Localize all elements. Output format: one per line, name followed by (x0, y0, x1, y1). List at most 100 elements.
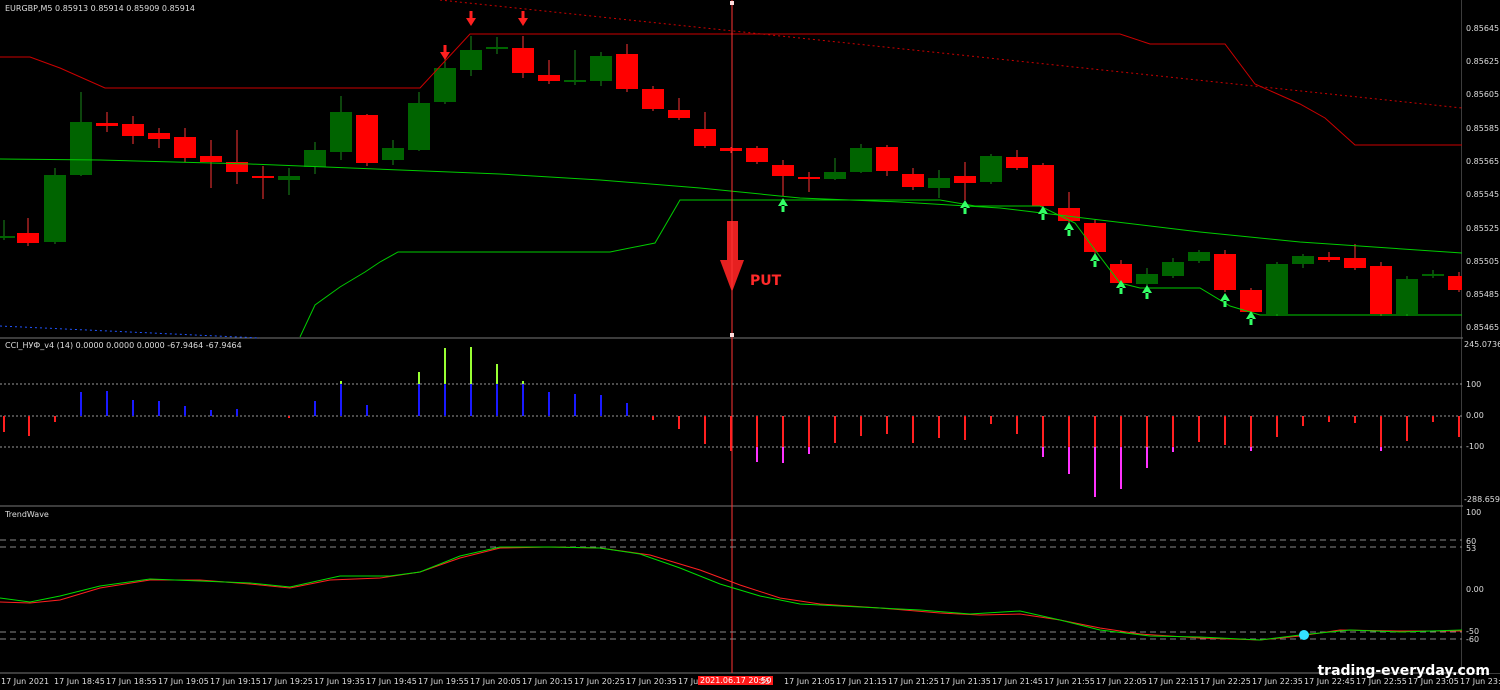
candle-body (1344, 258, 1366, 268)
candle-body (96, 123, 118, 126)
put-signal-label: PUT (750, 273, 782, 289)
time-label: 17 Jun 21:55 (1044, 677, 1095, 686)
cci-label: 245.0736 (1464, 340, 1500, 349)
trend-label: 53 (1466, 544, 1477, 553)
candle-body (460, 50, 482, 70)
buy-arrow-icon (1142, 285, 1152, 299)
sell-arrow-icon (466, 11, 476, 26)
candle-body (746, 148, 768, 162)
candle-body (1084, 223, 1106, 252)
candle-body (1370, 266, 1392, 314)
candle-body (1058, 208, 1080, 221)
candle-body (1318, 257, 1340, 260)
time-label: 17 Jun 22:15 (1148, 677, 1199, 686)
candle-body (824, 172, 846, 179)
candle-body (1162, 262, 1184, 276)
candle-body (382, 148, 404, 160)
price-label: 0.85545 (1466, 190, 1500, 199)
candle-body (330, 112, 352, 152)
candle-body (17, 233, 39, 243)
candle-body (1396, 279, 1418, 314)
candle-body (720, 148, 742, 151)
sell-arrow-icon (518, 11, 528, 26)
candle-body (356, 115, 378, 163)
time-label: 17 Jun 20:25 (574, 677, 625, 686)
trendwave-signal-dot (1299, 630, 1309, 640)
time-axis[interactable]: 17 Jun 2021 17 Jun 18:45 17 Jun 18:55 17 Ju… (0, 673, 1500, 690)
buy-arrow-icon (1038, 206, 1048, 220)
cci-scale[interactable]: 245.0736 100 0.00 -100 -288.659 (1462, 339, 1500, 505)
time-label: 17 Jun 19:05 (158, 677, 209, 686)
time-label: 17 Jun 21:15 (836, 677, 887, 686)
price-scale[interactable]: 0.85645 0.85625 0.85605 0.85585 0.85565 … (1462, 0, 1500, 337)
price-label: 0.85625 (1466, 57, 1500, 66)
candle-body (876, 147, 898, 171)
time-label: 17 Jun 22:05 (1096, 677, 1147, 686)
candle-body (850, 148, 872, 172)
time-label: 17 Jun 21:45 (992, 677, 1043, 686)
candle-body (772, 165, 794, 176)
candle-body (642, 89, 664, 109)
buy-arrow-icon (960, 200, 970, 214)
time-label: 17 Jun 18:45 (54, 677, 105, 686)
time-label: 17 Jun 2021 (1, 677, 50, 686)
candle-body (1422, 274, 1444, 276)
cci-label: -100 (1466, 442, 1485, 451)
candle-body (668, 110, 690, 118)
candle-body (44, 175, 66, 242)
time-label: 17 Jun 22:35 (1252, 677, 1303, 686)
time-label: 17 Jun 19:35 (314, 677, 365, 686)
candle-body (694, 129, 716, 146)
candle-body (1006, 157, 1028, 168)
trendwave-green-line (0, 546, 1463, 641)
candle-body (538, 75, 560, 81)
candle-body (1188, 252, 1210, 261)
candle-body (1032, 165, 1054, 206)
candle-body (408, 103, 430, 150)
time-label: 55 (760, 677, 771, 686)
candle-body (304, 150, 326, 167)
candle-body (278, 176, 300, 180)
cci-label: -288.659 (1464, 495, 1500, 504)
candle-body (0, 236, 15, 238)
candle-body (928, 178, 950, 188)
candle-body (980, 156, 1002, 182)
time-label: 17 Jun 18:55 (106, 677, 157, 686)
time-label: 17 Jun 21:35 (940, 677, 991, 686)
price-label: 0.85505 (1466, 257, 1500, 266)
candle-body (902, 174, 924, 187)
candle-body (174, 137, 196, 158)
candle-body (148, 133, 170, 139)
price-label: 0.85565 (1466, 157, 1500, 166)
trend-line-dotted (439, 0, 1463, 109)
time-label: 17 Jun 19:15 (210, 677, 261, 686)
candle-body (590, 56, 612, 81)
candle-body (434, 68, 456, 102)
time-label: 17 Jun 21:25 (888, 677, 939, 686)
candle-body (1292, 256, 1314, 264)
cci-label: 100 (1466, 380, 1482, 389)
chart-canvas[interactable] (0, 0, 1500, 690)
candle-body (486, 47, 508, 49)
candle-body (616, 54, 638, 89)
buy-arrow-icon (1064, 222, 1074, 236)
trend-line-dotted-blue (0, 325, 261, 339)
watermark: trading-everyday.com (1317, 663, 1490, 679)
time-label: 17 Jun 20:15 (522, 677, 573, 686)
trendwave-scale[interactable]: 100 60 53 0.00 -50 -60 (1462, 507, 1500, 673)
trend-label: -60 (1466, 635, 1480, 644)
candle-body (1214, 254, 1236, 290)
trend-label: 0.00 (1466, 585, 1484, 594)
price-label: 0.85605 (1466, 90, 1500, 99)
price-label: 0.85485 (1466, 290, 1500, 299)
time-label: 17 Jun 20:05 (470, 677, 521, 686)
candle-body (798, 177, 820, 179)
candle-body (200, 156, 222, 162)
candle-body (512, 48, 534, 73)
trend-label: 100 (1466, 508, 1482, 517)
trendwave-red-line (0, 546, 1462, 641)
time-label: 17 Jun 19:25 (262, 677, 313, 686)
price-label: 0.85645 (1466, 24, 1500, 33)
time-label: 17 Jun 21:05 (784, 677, 835, 686)
time-label: 17 Jun 22:25 (1200, 677, 1251, 686)
